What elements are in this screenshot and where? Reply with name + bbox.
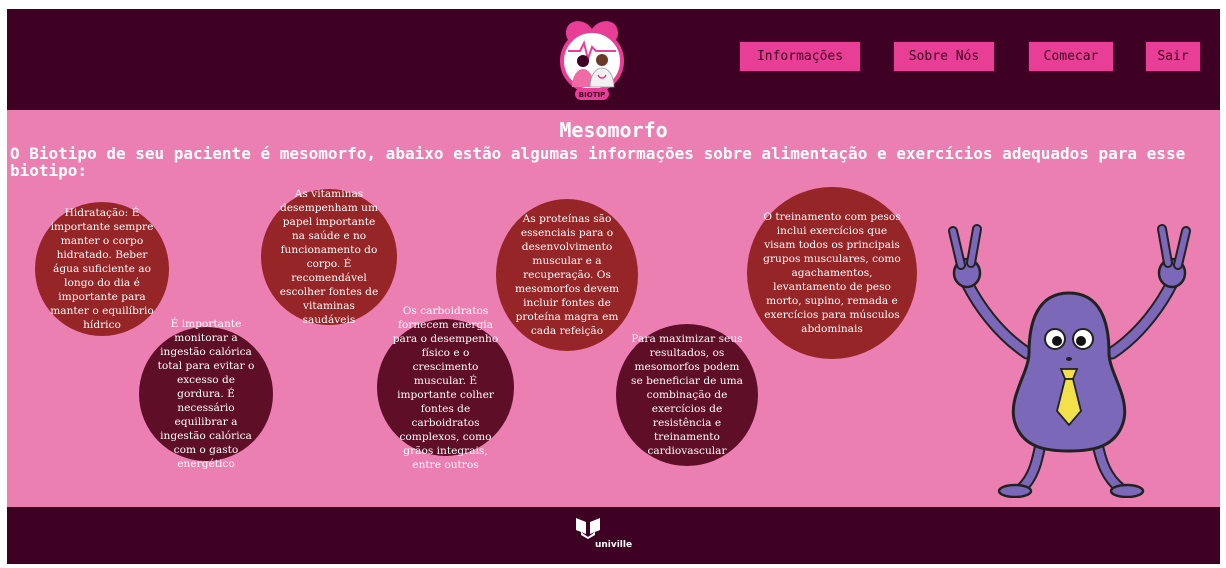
header: BIOTIP Informações Sobre Nós Comecar Sai… [7, 9, 1220, 110]
biotip-logo: BIOTIP [560, 21, 624, 100]
info-bubble-calorias: É importante monitorar a ingestão calóri… [139, 318, 273, 470]
logo-text: BIOTIP [579, 91, 605, 99]
univille-brand-text: univille [594, 540, 633, 550]
bubble-text: Para maximizar seus resultados, os mesom… [631, 333, 743, 457]
nav-button-comecar[interactable]: Comecar [1028, 41, 1114, 72]
bubble-text: O treinamento com pesos inclui exercício… [763, 211, 901, 335]
mascot-illustration [948, 224, 1191, 498]
footer: univille [7, 507, 1220, 564]
info-bubble-proteinas: As proteínas são essenciais para o desen… [496, 199, 638, 351]
info-bubble-vitaminas: As vitaminas desempenham um papel import… [261, 188, 397, 326]
bubble-text: As vitaminas desempenham um papel import… [279, 188, 379, 326]
bubble-text: As proteínas são essenciais para o desen… [514, 213, 620, 337]
bubble-text: Hidratação: É importante sempre manter o… [50, 207, 154, 331]
main-content: Mesomorfo O Biotipo de seu paciente é me… [7, 110, 1220, 507]
page-title: Mesomorfo [559, 118, 668, 142]
page-frame: BIOTIP Informações Sobre Nós Comecar Sai… [7, 9, 1220, 564]
info-bubble-carboidratos: Os carboidratos fornecem energia para o … [377, 305, 514, 471]
nav-button-sair[interactable]: Sair [1145, 41, 1201, 72]
nav-button-informacoes[interactable]: Informações [739, 41, 861, 72]
info-bubble-hidratacao: Hidratação: É importante sempre manter o… [35, 202, 169, 336]
bubble-text: É importante monitorar a ingestão calóri… [157, 318, 255, 470]
univille-logo-icon [576, 518, 600, 539]
intro-text: O Biotipo de seu paciente é mesomorfo, a… [10, 144, 1186, 180]
bubble-text: Os carboidratos fornecem energia para o … [392, 304, 499, 471]
nav-button-sobre-nos[interactable]: Sobre Nós [893, 41, 995, 72]
info-bubble-treinamento: O treinamento com pesos inclui exercício… [747, 187, 917, 359]
info-bubble-resultados: Para maximizar seus resultados, os mesom… [616, 324, 758, 466]
